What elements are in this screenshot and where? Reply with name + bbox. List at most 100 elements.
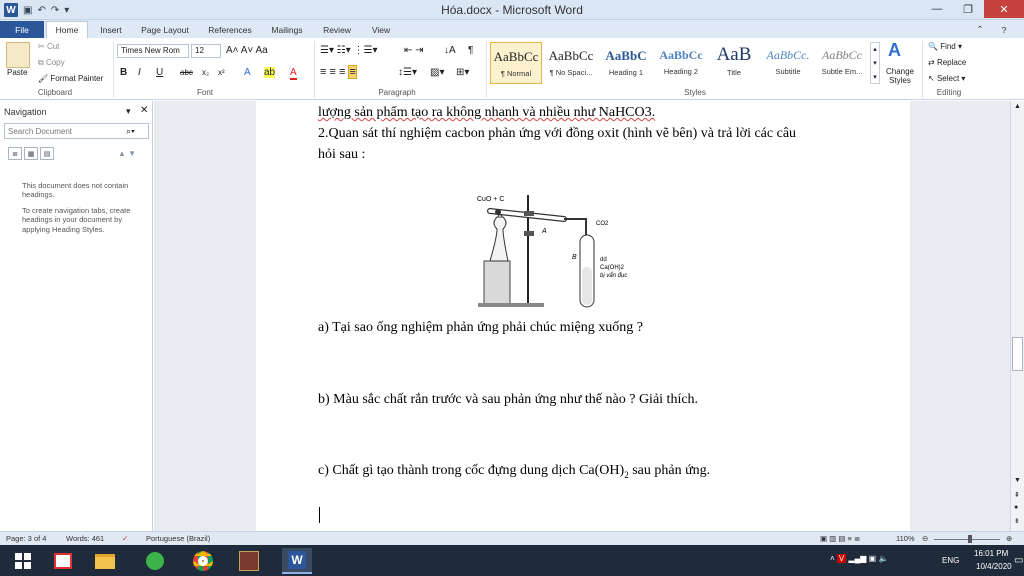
- file-explorer-icon[interactable]: [90, 548, 120, 574]
- paste-icon[interactable]: [6, 42, 30, 68]
- align-icons[interactable]: ≡ ≡ ≡ ≡: [320, 65, 357, 79]
- zoom-slider-track[interactable]: [934, 539, 1000, 540]
- strikethrough-button[interactable]: abc: [180, 68, 193, 77]
- maximize-button[interactable]: ❐: [953, 0, 983, 18]
- limewater: [582, 267, 592, 305]
- zoom-in-icon[interactable]: ⊕: [1006, 534, 1012, 543]
- bullets-numbering-icons[interactable]: ☰▾ ☷▾ ⋮☰▾: [320, 45, 378, 56]
- word-count[interactable]: Words: 461: [66, 534, 104, 543]
- find-button[interactable]: 🔍 Find ▾: [928, 42, 962, 51]
- chrome-icon[interactable]: [188, 548, 218, 574]
- subscript-button[interactable]: x₂: [202, 68, 209, 77]
- nav-prev-next-icons[interactable]: ▲ ▼: [118, 149, 136, 158]
- document-page[interactable]: lượng sản phẩm tạo ra không nhanh và nhi…: [256, 101, 910, 531]
- styles-scroll-icon[interactable]: ▴ ▾ ▾: [870, 42, 880, 84]
- replace-button[interactable]: ⇄ Replace: [928, 58, 966, 67]
- style-heading-2[interactable]: AaBbCc Heading 2: [655, 42, 707, 84]
- browse-object-icon[interactable]: ●: [1014, 504, 1018, 511]
- tab-view[interactable]: View: [366, 21, 396, 38]
- text-effects-icon[interactable]: A: [244, 67, 251, 78]
- italic-button[interactable]: I: [138, 67, 141, 78]
- paste-button[interactable]: Paste: [7, 68, 27, 77]
- search-icon[interactable]: ⌕▾: [126, 126, 135, 137]
- clock-date[interactable]: 10/4/2020: [976, 562, 1012, 571]
- page-count[interactable]: Page: 3 of 4: [6, 534, 46, 543]
- copy-button[interactable]: ⧉ Copy: [38, 58, 65, 68]
- question-c[interactable]: c) Chất gì tạo thành trong cốc đựng dung…: [318, 463, 710, 480]
- zoom-level[interactable]: 110%: [896, 534, 915, 543]
- borders-icon[interactable]: ⊞▾: [456, 67, 469, 78]
- style-heading-1[interactable]: AaBbC Heading 1: [600, 42, 652, 84]
- underline-button[interactable]: U: [156, 67, 163, 78]
- group-divider: [113, 41, 114, 98]
- superscript-button[interactable]: x²: [218, 68, 225, 77]
- tab-mailings[interactable]: Mailings: [264, 21, 310, 38]
- style-subtitle[interactable]: AaBbCc. Subtitle: [762, 42, 814, 84]
- word-taskbar-icon[interactable]: W: [282, 548, 312, 574]
- question-c-text: c) Chất gì tạo thành trong cốc đựng dung…: [318, 463, 625, 478]
- doc-paragraph[interactable]: hỏi sau :: [318, 147, 365, 163]
- tab-insert[interactable]: Insert: [92, 21, 130, 38]
- scrollbar-thumb[interactable]: [1012, 337, 1023, 371]
- cut-button[interactable]: ✂ Cut: [38, 42, 59, 51]
- style-title[interactable]: AaB Title: [708, 42, 760, 84]
- task-view-icon[interactable]: [48, 548, 78, 574]
- tab-file[interactable]: File: [0, 21, 44, 38]
- navigation-pane: Navigation ▾ ✕ Search Document ⌕▾ ≣ ▦ ▤ …: [0, 101, 153, 531]
- font-size-combo[interactable]: 12: [191, 44, 221, 58]
- font-name-combo[interactable]: Times New Rom: [117, 44, 189, 58]
- shading-icon[interactable]: ▨▾: [430, 67, 444, 78]
- bold-button[interactable]: B: [120, 67, 127, 78]
- scroll-up-icon[interactable]: ▲: [1014, 103, 1021, 110]
- doc-paragraph[interactable]: lượng sản phẩm tạo ra không nhanh và nhi…: [318, 105, 655, 121]
- view-buttons[interactable]: ▣ ▥ ▤ ≡ ≣: [820, 534, 860, 543]
- vertical-scrollbar[interactable]: ▲ ▼ ⇞ ● ⇟: [1010, 101, 1024, 531]
- show-marks-icon[interactable]: ¶: [468, 45, 473, 56]
- tab-page-layout[interactable]: Page Layout: [136, 21, 194, 38]
- language-indicator[interactable]: Portuguese (Brazil): [146, 534, 210, 543]
- close-button[interactable]: ✕: [984, 0, 1024, 18]
- justify-icon[interactable]: ≡: [348, 65, 357, 79]
- change-styles-button[interactable]: Change Styles: [883, 67, 917, 86]
- notifications-icon[interactable]: ▭: [1014, 555, 1023, 566]
- tab-references[interactable]: References: [202, 21, 258, 38]
- question-b[interactable]: b) Màu sắc chất rắn trước và sau phản ứn…: [318, 392, 698, 408]
- style-no-spacing[interactable]: AaBbCc ¶ No Spaci...: [545, 42, 597, 84]
- sort-icon[interactable]: ↓A: [444, 45, 456, 56]
- format-painter-button[interactable]: 🖌 Format Painter: [38, 74, 103, 83]
- app-icon-green[interactable]: [140, 548, 170, 574]
- grow-shrink-font-icons[interactable]: A˄ A˅ Aa: [226, 45, 268, 56]
- nav-options-icon[interactable]: ▾: [126, 106, 131, 117]
- nav-tab-results[interactable]: ▤: [40, 147, 54, 160]
- indent-icons[interactable]: ⇤ ⇥: [404, 45, 424, 56]
- next-page-icon[interactable]: ⇟: [1014, 517, 1020, 525]
- tray-icons[interactable]: ˄ V ▂▄▆ ▣ 🔈: [830, 554, 888, 563]
- question-a[interactable]: a) Tại sao ống nghiệm phản ứng phải chúc…: [318, 320, 643, 336]
- nav-close-icon[interactable]: ✕: [140, 105, 148, 116]
- line-spacing-icon[interactable]: ↕☰▾: [398, 67, 417, 78]
- zoom-slider-thumb[interactable]: [968, 535, 972, 543]
- start-icon[interactable]: [8, 548, 38, 574]
- nav-tab-pages[interactable]: ▦: [24, 147, 38, 160]
- font-color-icon[interactable]: A: [290, 67, 297, 80]
- zoom-out-icon[interactable]: ⊖: [922, 534, 928, 543]
- copy-icon: ⧉: [38, 58, 46, 67]
- game-app-icon[interactable]: [234, 548, 264, 574]
- change-styles-icon[interactable]: A: [888, 40, 901, 61]
- clock-time[interactable]: 16:01 PM: [974, 549, 1008, 558]
- proofing-icon[interactable]: ✓: [122, 534, 128, 543]
- tab-home[interactable]: Home: [46, 21, 88, 38]
- input-language[interactable]: ENG: [942, 556, 959, 565]
- style-subtle-emphasis[interactable]: AaBbCc Subtle Em...: [816, 42, 868, 84]
- minimize-button[interactable]: —: [922, 0, 952, 18]
- scroll-down-icon[interactable]: ▼: [1014, 477, 1021, 484]
- tab-review[interactable]: Review: [318, 21, 356, 38]
- doc-paragraph[interactable]: 2.Quan sát thí nghiệm cacbon phản ứng vớ…: [318, 126, 796, 142]
- select-button[interactable]: ↖ Select ▾: [928, 74, 965, 83]
- prev-page-icon[interactable]: ⇞: [1014, 491, 1020, 499]
- minimize-ribbon-icon[interactable]: ⌃: [970, 21, 990, 38]
- help-icon[interactable]: ?: [994, 21, 1014, 38]
- highlight-icon[interactable]: ab: [264, 67, 276, 78]
- nav-tab-headings[interactable]: ≣: [8, 147, 22, 160]
- style-normal[interactable]: AaBbCc ¶ Normal: [490, 42, 542, 84]
